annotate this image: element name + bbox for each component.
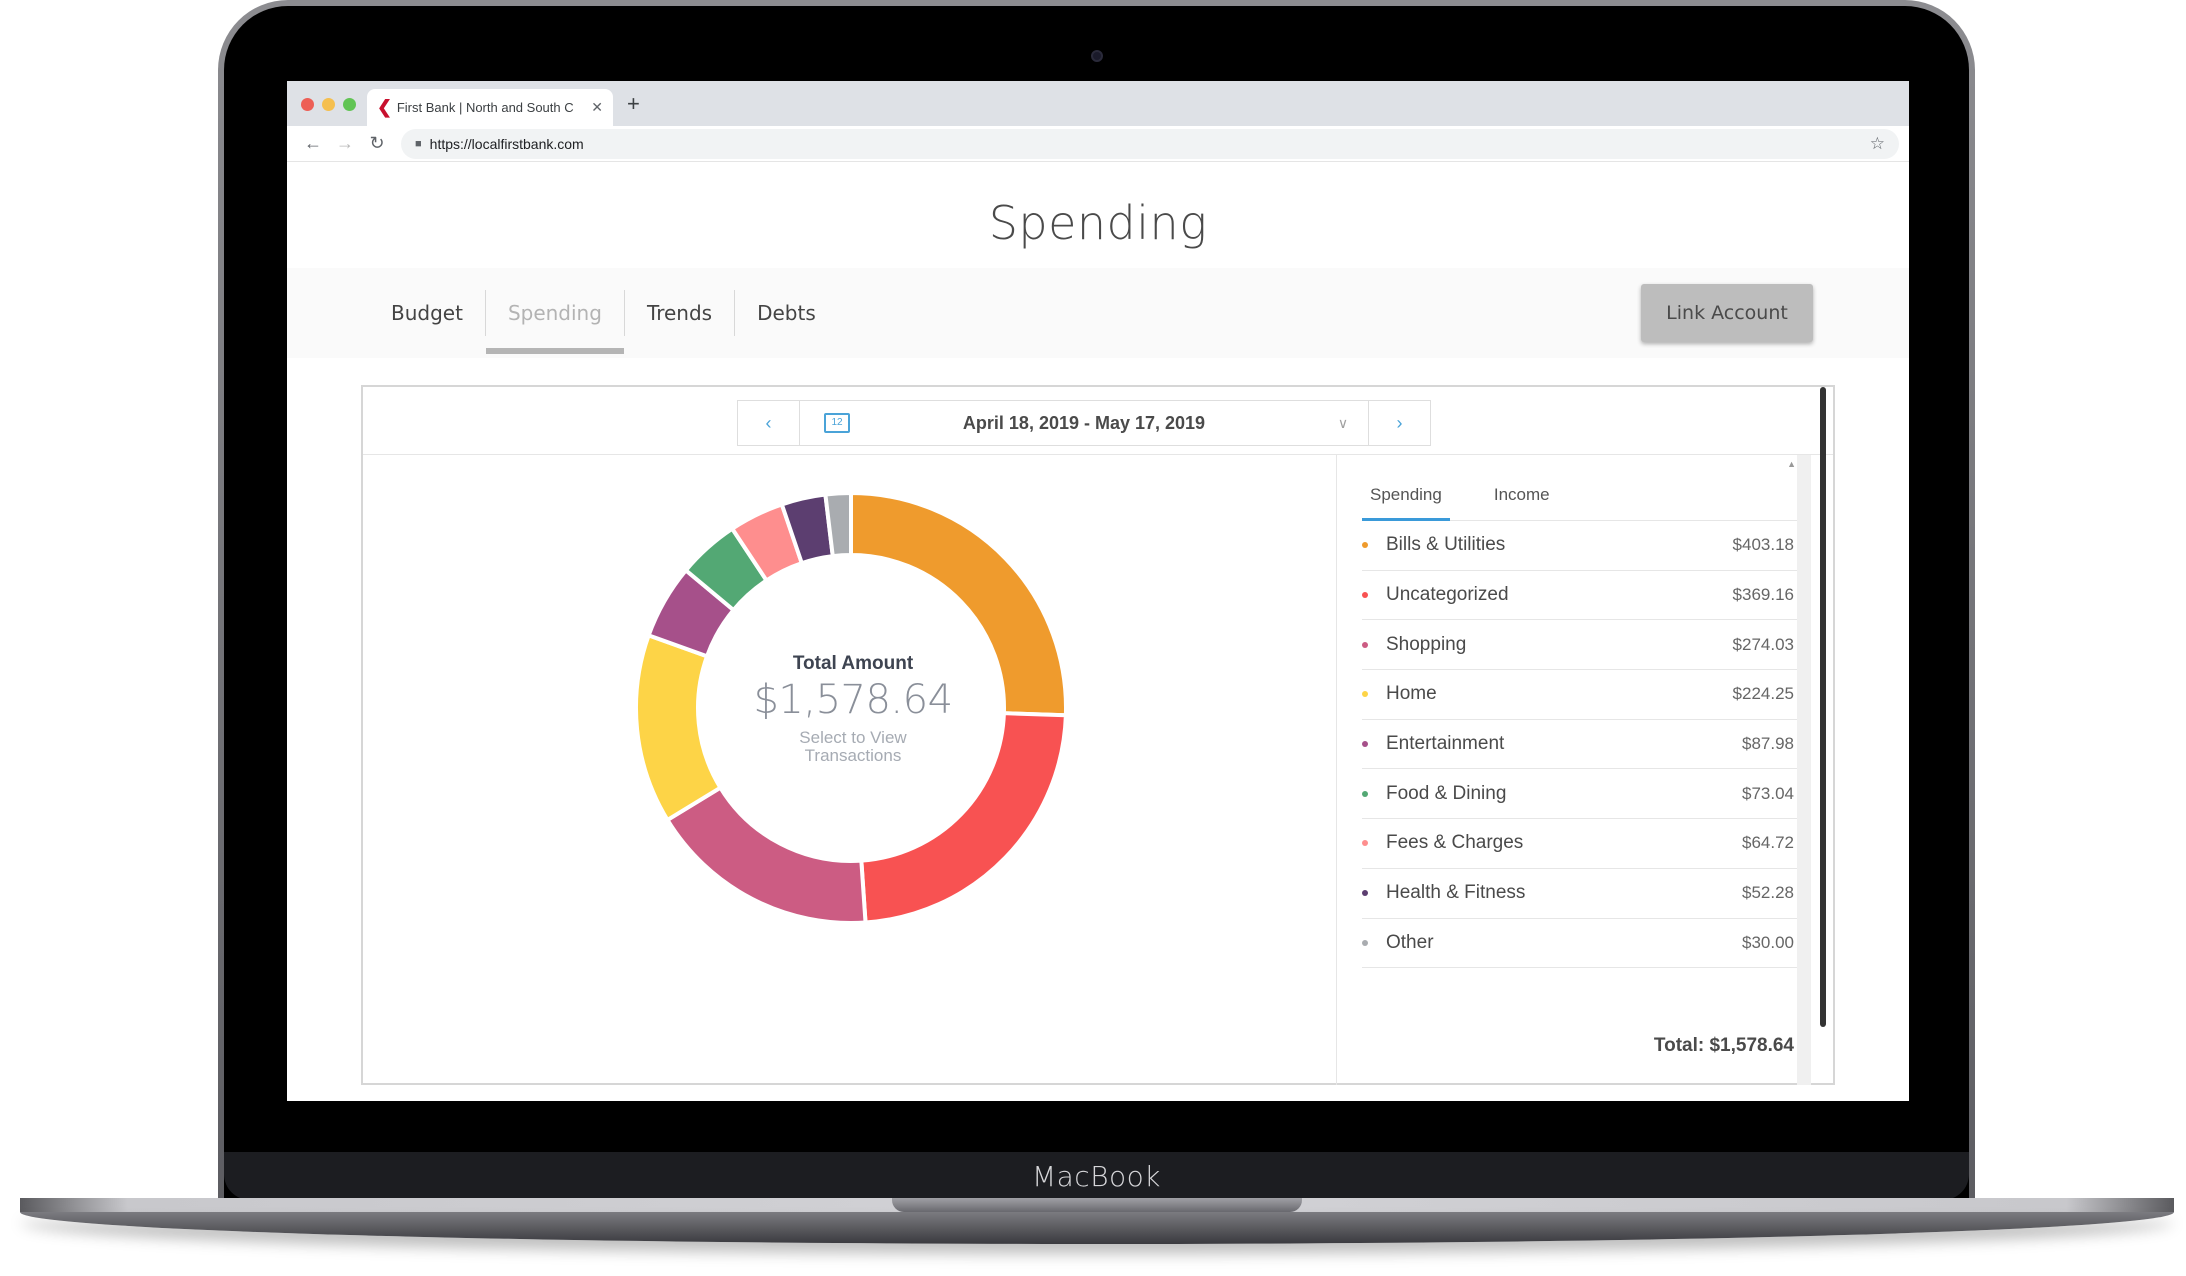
category-color-dot-icon bbox=[1362, 741, 1368, 748]
donut-slice-home[interactable] bbox=[634, 632, 724, 823]
category-name: Health & Fitness bbox=[1386, 882, 1526, 904]
category-amount: $73.04 bbox=[1742, 783, 1794, 803]
list-scrollbar[interactable]: ▲ bbox=[1787, 455, 1811, 1085]
view-transactions-hint[interactable]: Select to View Transactions bbox=[753, 729, 953, 765]
laptop-base bbox=[20, 1198, 2174, 1246]
minimize-window-button[interactable] bbox=[322, 98, 335, 111]
tab-debts[interactable]: Debts bbox=[735, 290, 838, 336]
category-list: Bills & Utilities $403.18 Uncategorized $36… bbox=[1362, 521, 1808, 969]
prev-period-button[interactable]: ‹ bbox=[738, 401, 800, 445]
category-amount: $274.03 bbox=[1732, 634, 1794, 654]
base-notch bbox=[892, 1198, 1302, 1212]
chevron-down-icon[interactable]: ∨ bbox=[1318, 415, 1368, 432]
category-amount: $369.16 bbox=[1732, 585, 1794, 605]
close-window-button[interactable] bbox=[301, 98, 314, 111]
maximize-window-button[interactable] bbox=[343, 98, 356, 111]
chevron-left-icon: ‹ bbox=[765, 412, 772, 433]
base-body bbox=[20, 1212, 2174, 1244]
stage: ❮ First Bank | North and South C ✕ + ← →… bbox=[0, 0, 2186, 1276]
category-name: Other bbox=[1386, 931, 1434, 953]
back-icon[interactable]: ← bbox=[297, 133, 329, 154]
calendar-icon[interactable]: 12 bbox=[824, 413, 850, 433]
category-name: Shopping bbox=[1386, 633, 1467, 655]
new-tab-button[interactable]: + bbox=[627, 91, 640, 117]
list-tab-income[interactable]: Income bbox=[1486, 477, 1558, 520]
category-amount: $64.72 bbox=[1742, 833, 1794, 853]
page-title: Spending bbox=[988, 196, 1208, 250]
next-period-button[interactable]: › bbox=[1368, 401, 1430, 445]
category-color-dot-icon bbox=[1362, 691, 1368, 698]
bookmark-star-icon[interactable]: ☆ bbox=[1870, 134, 1885, 154]
section-nav: Budget Spending Trends Debts Link Accoun… bbox=[287, 268, 1909, 358]
list-total: Total: $1,578.64 bbox=[1653, 1035, 1794, 1056]
category-row[interactable]: Health & Fitness $52.28 bbox=[1362, 869, 1808, 919]
tab-spending[interactable]: Spending bbox=[485, 290, 625, 354]
category-color-dot-icon bbox=[1362, 790, 1368, 797]
tab-title: First Bank | North and South C bbox=[396, 100, 574, 115]
bank-logo-icon: ❮ bbox=[377, 97, 393, 117]
page-content: Spending Budget Spending Trends Debts Li… bbox=[287, 162, 1909, 1101]
browser-tab[interactable]: ❮ First Bank | North and South C ✕ bbox=[367, 89, 613, 126]
category-color-dot-icon bbox=[1362, 542, 1368, 549]
close-tab-icon[interactable]: ✕ bbox=[591, 99, 603, 116]
category-name: Fees & Charges bbox=[1386, 832, 1524, 854]
page-scrollbar-thumb[interactable] bbox=[1820, 387, 1826, 1027]
category-row[interactable]: Uncategorized $369.16 bbox=[1362, 571, 1808, 621]
category-row[interactable]: Food & Dining $73.04 bbox=[1362, 769, 1808, 820]
donut-center: Total Amount $1,578.64 Select to View Tr… bbox=[753, 653, 953, 765]
category-row[interactable]: Entertainment $87.98 bbox=[1362, 720, 1808, 770]
panel-header: ‹ 12 April 18, 2019 - May 17, 2019 ∨ › bbox=[363, 387, 1833, 455]
date-range-picker: ‹ 12 April 18, 2019 - May 17, 2019 ∨ › bbox=[737, 400, 1431, 446]
total-amount-label: Total Amount bbox=[792, 653, 914, 674]
laptop-lid: ❮ First Bank | North and South C ✕ + ← →… bbox=[218, 0, 1975, 1200]
category-row[interactable]: Bills & Utilities $403.18 bbox=[1362, 521, 1808, 571]
lock-icon: ■ bbox=[415, 137, 422, 150]
category-name: Uncategorized bbox=[1386, 584, 1509, 606]
laptop-chin: MacBook bbox=[224, 1152, 1969, 1200]
category-color-dot-icon bbox=[1362, 890, 1368, 897]
spending-panel: ‹ 12 April 18, 2019 - May 17, 2019 ∨ › T… bbox=[361, 385, 1835, 1085]
category-amount: $30.00 bbox=[1742, 932, 1794, 952]
category-row[interactable]: Fees & Charges $64.72 bbox=[1362, 819, 1808, 869]
list-tabs: Spending Income bbox=[1362, 477, 1808, 521]
category-name: Entertainment bbox=[1386, 733, 1505, 755]
category-amount: $403.18 bbox=[1732, 535, 1794, 555]
browser-window: ❮ First Bank | North and South C ✕ + ← →… bbox=[287, 81, 1909, 1101]
device-label: MacBook bbox=[1031, 1159, 1162, 1193]
forward-icon[interactable]: → bbox=[329, 133, 361, 154]
category-list-area: Spending Income Bills & Utilities $403.18… bbox=[1338, 387, 1826, 1085]
window-controls bbox=[301, 98, 356, 111]
category-row[interactable]: Home $224.25 bbox=[1362, 670, 1808, 720]
tab-trends[interactable]: Trends bbox=[625, 290, 736, 336]
link-account-button[interactable]: Link Account bbox=[1641, 284, 1813, 342]
category-amount: $52.28 bbox=[1742, 883, 1794, 903]
category-name: Home bbox=[1386, 683, 1437, 705]
chevron-right-icon: › bbox=[1396, 412, 1403, 433]
address-bar[interactable]: ■ https://localfirstbank.com ☆ bbox=[401, 128, 1899, 159]
scroll-up-icon[interactable]: ▲ bbox=[1787, 459, 1796, 469]
donut-slice-shopping[interactable] bbox=[664, 784, 868, 925]
laptop-bezel: ❮ First Bank | North and South C ✕ + ← →… bbox=[224, 6, 1969, 1200]
reload-icon[interactable]: ↻ bbox=[361, 133, 393, 154]
category-row[interactable]: Shopping $274.03 bbox=[1362, 620, 1808, 671]
category-name: Bills & Utilities bbox=[1386, 534, 1506, 556]
category-color-dot-icon bbox=[1362, 592, 1368, 599]
category-name: Food & Dining bbox=[1386, 782, 1507, 804]
tab-budget[interactable]: Budget bbox=[369, 290, 486, 336]
category-amount: $87.98 bbox=[1742, 734, 1794, 754]
category-amount: $224.25 bbox=[1732, 684, 1794, 704]
total-amount-value: $1,578.64 bbox=[753, 677, 953, 723]
category-color-dot-icon bbox=[1362, 840, 1368, 847]
category-row[interactable]: Other $30.00 bbox=[1362, 919, 1808, 969]
donut-chart-area: Total Amount $1,578.64 Select to View Tr… bbox=[363, 455, 1337, 1085]
tab-strip: ❮ First Bank | North and South C ✕ + bbox=[287, 81, 1909, 126]
list-tab-spending[interactable]: Spending bbox=[1362, 477, 1450, 521]
date-range-label[interactable]: April 18, 2019 - May 17, 2019 bbox=[850, 413, 1318, 434]
nav-tabs: Budget Spending Trends Debts bbox=[369, 290, 838, 354]
browser-toolbar: ← → ↻ ■ https://localfirstbank.com ☆ bbox=[287, 126, 1909, 162]
category-color-dot-icon bbox=[1362, 939, 1368, 946]
url-text[interactable]: https://localfirstbank.com bbox=[430, 136, 584, 152]
category-color-dot-icon bbox=[1362, 641, 1368, 648]
camera-icon bbox=[1090, 50, 1103, 62]
